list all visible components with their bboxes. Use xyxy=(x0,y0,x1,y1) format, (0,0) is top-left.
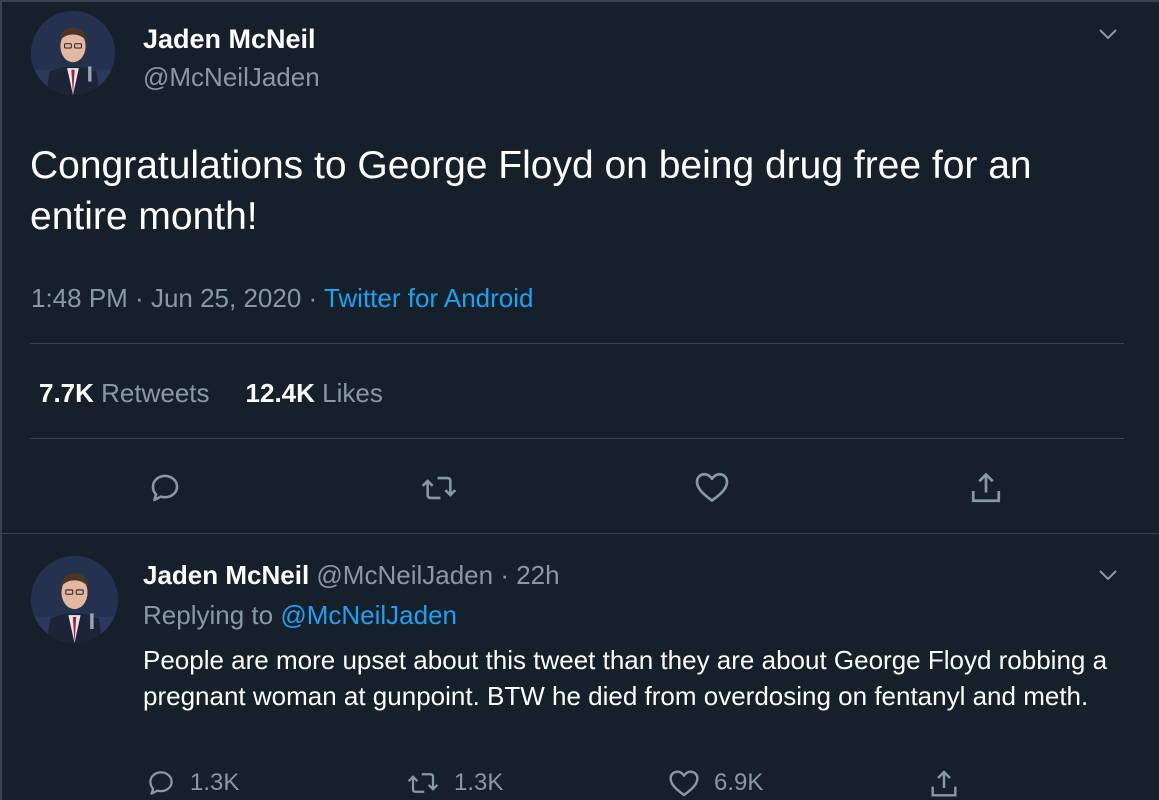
retweets-stat[interactable]: 7.7K Retweets xyxy=(39,378,210,408)
divider xyxy=(0,533,1159,534)
top-border xyxy=(0,0,1159,2)
reply-icon xyxy=(149,771,173,795)
avatar[interactable] xyxy=(31,11,115,95)
reply-header: Jaden McNeil @McNeilJaden · 22h xyxy=(143,560,560,591)
retweets-count: 7.7K xyxy=(39,378,94,408)
reply-text: People are more upset about this tweet t… xyxy=(143,645,1108,711)
divider xyxy=(30,343,1124,344)
heart-icon[interactable] xyxy=(694,470,730,504)
reply-time[interactable]: 22h xyxy=(516,560,559,590)
replying-prefix: Replying to xyxy=(143,600,281,630)
column-border xyxy=(0,0,2,800)
replying-to: Replying to @McNeilJaden xyxy=(143,600,457,631)
reply-reply-button[interactable]: 1.3K xyxy=(146,768,239,798)
retweets-label: Retweets xyxy=(93,378,210,408)
replying-mention-link[interactable]: @McNeilJaden xyxy=(280,600,457,630)
reply-like-button[interactable]: 6.9K xyxy=(668,768,763,798)
chevron-down-icon[interactable] xyxy=(1096,22,1120,46)
chevron-down-icon[interactable] xyxy=(1096,563,1120,587)
reply-retweet-button[interactable]: 1.3K xyxy=(406,768,503,798)
meta-separator: · xyxy=(127,283,151,313)
tweet-thread: Jaden McNeil @McNeilJaden Congratulation… xyxy=(0,0,1159,800)
likes-label: Likes xyxy=(314,378,383,408)
tweet-source-link[interactable]: Twitter for Android xyxy=(324,283,534,313)
reply-icon[interactable] xyxy=(148,471,182,505)
reply-share-button[interactable] xyxy=(928,768,960,800)
reply-likes-count: 6.9K xyxy=(714,769,764,796)
tweet-stats: 7.7K Retweets 12.4K Likes xyxy=(39,378,419,409)
reply-replies-count: 1.3K xyxy=(190,769,240,796)
tweet-text: Congratulations to George Floyd on being… xyxy=(30,144,1032,238)
avatar[interactable] xyxy=(31,556,118,643)
share-icon xyxy=(931,770,957,797)
likes-count: 12.4K xyxy=(245,378,315,408)
author-name[interactable]: Jaden McNeil xyxy=(143,24,316,55)
likes-stat[interactable]: 12.4K Likes xyxy=(246,378,383,408)
tweet-meta: 1:48 PM · Jun 25, 2020 · Twitter for And… xyxy=(31,283,533,314)
tweet-date[interactable]: Jun 25, 2020 xyxy=(151,283,301,313)
share-icon[interactable] xyxy=(968,470,1004,506)
meta-separator: · xyxy=(301,283,324,313)
retweet-icon xyxy=(407,773,439,793)
author-handle[interactable]: @McNeilJaden xyxy=(143,62,320,93)
divider xyxy=(30,438,1124,439)
retweet-icon[interactable] xyxy=(420,471,458,505)
reply-author-name[interactable]: Jaden McNeil xyxy=(143,560,309,590)
reply-retweets-count: 1.3K xyxy=(454,769,504,796)
reply-separator: · xyxy=(493,560,517,590)
tweet-time[interactable]: 1:48 PM xyxy=(31,283,128,313)
heart-icon xyxy=(669,770,699,797)
reply-author-handle[interactable]: @McNeilJaden xyxy=(316,560,493,590)
